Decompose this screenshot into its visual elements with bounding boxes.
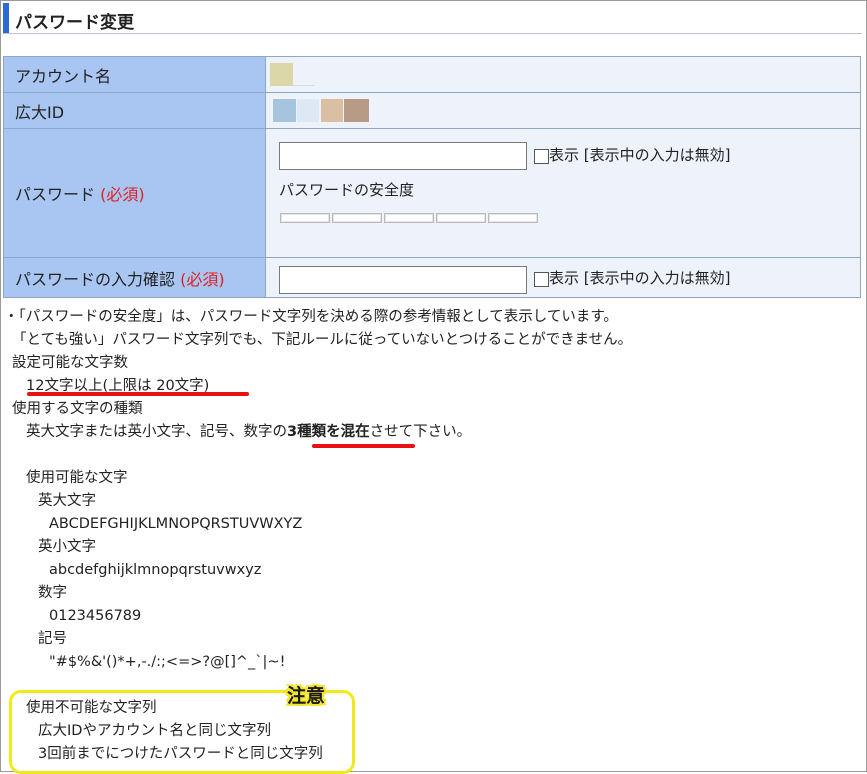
strength-segment	[436, 213, 486, 223]
password-form: アカウント名 広大ID パスワード (必須) 表示 [表示中の入力は無効] パス…	[3, 56, 861, 298]
note-line-2: 「とても強い」パスワード文字列でも、下記ルールに従っていないとつけることができま…	[12, 332, 633, 348]
redacted-ad-id-3	[321, 99, 343, 122]
password-strength-meter	[280, 213, 538, 223]
uppercase-label: 英大文字	[38, 493, 96, 509]
page-title: パスワード変更	[15, 13, 134, 33]
account-name-label: アカウント名	[3, 56, 266, 93]
strength-segment	[280, 213, 330, 223]
char-types-underline	[312, 444, 415, 448]
length-rule-underline	[27, 392, 249, 396]
confirm-label: パスワードの入力確認 (必須)	[3, 257, 266, 298]
redacted-account-underline	[293, 85, 315, 86]
confirm-password-input[interactable]	[279, 266, 527, 294]
title-accent-bar	[3, 3, 9, 33]
account-name-value	[265, 56, 861, 93]
ad-id-value	[265, 92, 861, 129]
lowercase-chars: abcdefghijklmnopqrstuvwxyz	[49, 562, 262, 578]
password-show-label: 表示 [表示中の入力は無効]	[549, 146, 731, 164]
password-label-text: パスワード	[15, 185, 96, 204]
ad-id-label: 広大ID	[3, 92, 266, 129]
confirm-show-label: 表示 [表示中の入力は無効]	[549, 269, 731, 287]
confirm-show-checkbox[interactable]	[534, 272, 549, 287]
redacted-account-name	[270, 63, 293, 86]
char-types-rule-post: させて下さい。	[369, 424, 472, 440]
char-types-heading: 使用する文字の種類	[12, 401, 143, 417]
password-strength-label: パスワードの安全度	[279, 181, 415, 199]
strength-segment	[332, 213, 382, 223]
usable-chars-heading: 使用可能な文字	[26, 470, 128, 486]
password-show-checkbox[interactable]	[534, 149, 549, 164]
caution-tag: 注意	[287, 685, 326, 707]
char-types-rule-emphasis: 3種類を混在	[287, 424, 370, 440]
confirm-cell: 表示 [表示中の入力は無効]	[265, 257, 861, 298]
lowercase-label: 英小文字	[38, 539, 96, 555]
uppercase-chars: ABCDEFGHIJKLMNOPQRSTUVWXYZ	[49, 516, 303, 532]
confirm-required-mark: (必須)	[180, 269, 225, 289]
strength-segment	[384, 213, 434, 223]
note-line-1: ・「パスワードの安全度」は、パスワード文字列を決める際の参考情報として表示してい…	[4, 309, 618, 325]
password-cell: 表示 [表示中の入力は無効] パスワードの安全度	[265, 128, 861, 258]
strength-segment	[488, 213, 538, 223]
title-bar: パスワード変更	[3, 3, 862, 34]
password-input[interactable]	[279, 142, 527, 170]
symbols-chars: "#$%&'()*+,-./:;<=>?@[]^_`|~!	[49, 654, 286, 670]
password-label: パスワード (必須)	[3, 128, 266, 258]
confirm-label-text: パスワードの入力確認	[15, 269, 176, 289]
digits-label: 数字	[38, 585, 67, 601]
digits-chars: 0123456789	[49, 608, 142, 624]
char-types-rule: 英大文字または英小文字、記号、数字の3種類を混在させて下さい。	[4, 421, 632, 444]
redacted-ad-id-2	[297, 99, 319, 122]
redacted-ad-id-1	[273, 99, 296, 122]
redacted-ad-id-4	[344, 99, 369, 122]
symbols-label: 記号	[38, 631, 67, 647]
settable-length-heading: 設定可能な文字数	[12, 355, 128, 371]
char-types-rule-pre: 英大文字または英小文字、記号、数字の	[26, 424, 287, 440]
password-required-mark: (必須)	[100, 185, 145, 204]
